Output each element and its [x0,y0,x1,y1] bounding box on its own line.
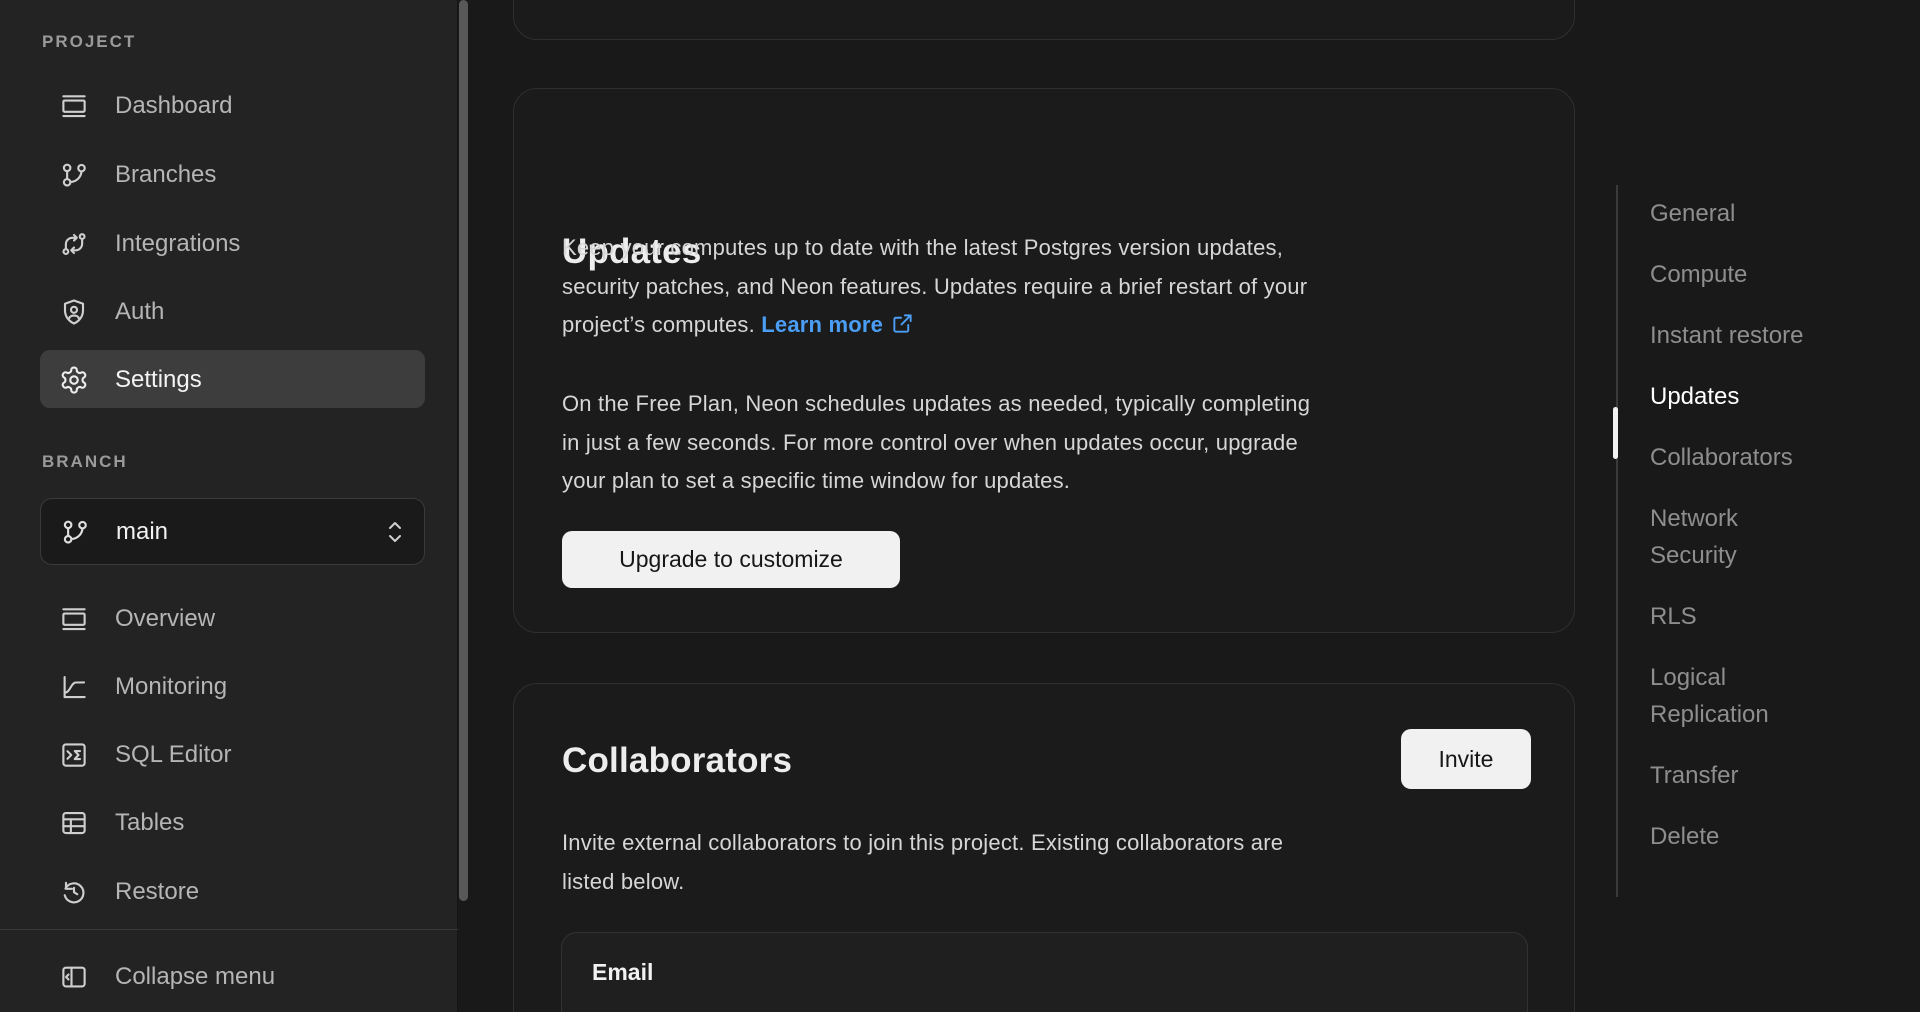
monitoring-icon [58,671,90,703]
active-section-indicator [1613,407,1618,459]
updates-free-plan-text: On the Free Plan, Neon schedules updates… [562,385,1547,501]
collaborators-description: Invite external collaborators to join th… [562,824,1547,901]
sidebar-item-branches[interactable]: Branches [0,146,458,204]
section-nav-updates[interactable]: Updates [1650,378,1810,415]
collapse-panel-icon [58,961,90,993]
sidebar-item-label: Monitoring [115,673,227,701]
project-sidebar: PROJECT Dashboard Branches [0,0,458,1012]
sidebar-divider [0,929,458,930]
sidebar-scrollbar-thumb[interactable] [459,0,468,901]
external-link-icon [891,312,914,335]
sidebar-item-label: Dashboard [115,92,232,120]
section-nav-general[interactable]: General [1650,195,1810,232]
sidebar-item-label: Tables [115,809,184,837]
sidebar-item-auth[interactable]: Auth [0,283,458,341]
section-nav-transfer[interactable]: Transfer [1650,757,1810,794]
sidebar-item-monitoring[interactable]: Monitoring [0,658,458,716]
section-nav-compute[interactable]: Compute [1650,256,1810,293]
sidebar-item-label: Restore [115,878,199,906]
collapse-menu-label: Collapse menu [115,963,275,991]
collaborators-table: Email [561,932,1528,1012]
sidebar-item-label: Branches [115,161,216,189]
sidebar-item-sql-editor[interactable]: SQL Editor [0,726,458,784]
collapse-menu-button[interactable]: Collapse menu [0,948,458,1006]
branch-section-label: BRANCH [42,452,128,472]
tables-icon [58,807,90,839]
branch-selector-value: main [116,518,384,546]
section-nav-collaborators[interactable]: Collaborators [1650,439,1810,476]
sidebar-item-tables[interactable]: Tables [0,794,458,852]
collaborators-table-email-header: Email [592,959,653,986]
sidebar-item-label: Overview [115,605,215,633]
section-nav-track [1616,185,1618,897]
previous-card-partial [513,0,1575,40]
sidebar-item-label: Settings [115,366,202,394]
restore-icon [58,876,90,908]
up-down-chevron-icon [384,517,406,547]
invite-button[interactable]: Invite [1401,729,1531,789]
dashboard-icon [58,90,90,122]
upgrade-to-customize-button[interactable]: Upgrade to customize [562,531,900,588]
section-nav-network-security[interactable]: Network Security [1650,500,1810,574]
sidebar-item-settings[interactable]: Settings [0,351,458,409]
sidebar-item-restore[interactable]: Restore [0,863,458,921]
sidebar-item-label: Auth [115,298,164,326]
updates-description: Keep your computes up to date with the l… [562,229,1547,345]
section-nav-logical-replication[interactable]: Logical Replication [1650,659,1810,733]
overview-icon [58,603,90,635]
integrations-icon [58,228,90,260]
sidebar-item-label: SQL Editor [115,741,232,769]
section-nav-rls[interactable]: RLS [1650,598,1810,635]
settings-icon [58,364,90,396]
sql-editor-icon [58,739,90,771]
sidebar-item-integrations[interactable]: Integrations [0,215,458,273]
collaborators-card: Collaborators Invite Invite external col… [513,683,1575,1012]
sidebar-item-dashboard[interactable]: Dashboard [0,77,458,135]
sidebar-item-overview[interactable]: Overview [0,590,458,648]
auth-icon [58,296,90,328]
collaborators-card-title: Collaborators [562,741,792,781]
section-nav-delete[interactable]: Delete [1650,818,1810,855]
updates-card: Updates Keep your computes up to date wi… [513,88,1575,633]
neon-console-settings-page: PROJECT Dashboard Branches [0,0,1920,1012]
branch-selector[interactable]: main [40,498,425,565]
learn-more-link[interactable]: Learn more [761,312,883,337]
project-section-label: PROJECT [42,32,136,52]
sidebar-item-label: Integrations [115,230,240,258]
settings-section-nav: General Compute Instant restore Updates … [1650,195,1810,879]
section-nav-instant-restore[interactable]: Instant restore [1650,317,1810,354]
branches-icon [58,159,90,191]
branch-icon [59,516,91,548]
updates-description-text: Keep your computes up to date with the l… [562,235,1307,337]
